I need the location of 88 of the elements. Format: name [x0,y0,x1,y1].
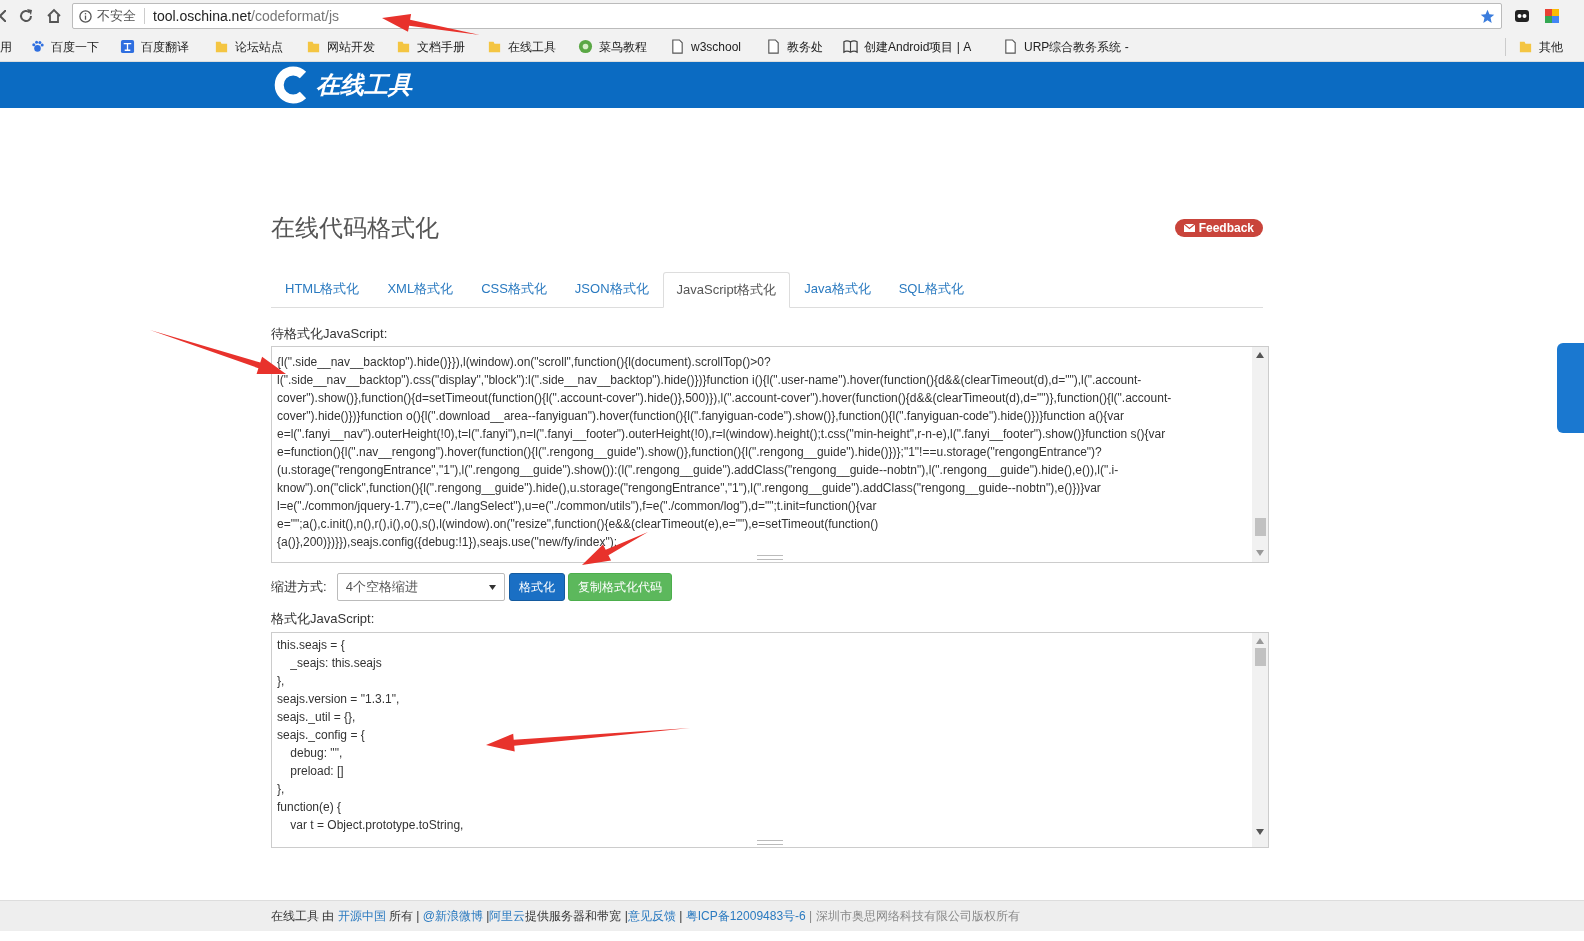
code-input[interactable] [271,346,1269,563]
code-line: {l(".side__nav__backtop").hide()}}),l(window).on("scroll",function(){l(document).scrollTop()>0? [277,354,771,371]
resize-grip[interactable] [757,555,783,560]
book-icon [843,39,858,54]
code-line: _seajs: this.seajs [289,655,382,672]
home-icon[interactable] [46,8,62,24]
dropdown-arrow-icon [488,584,496,590]
code-line: }, [277,781,285,798]
url-text: tool.oschina.net/codeformat/js [153,6,339,26]
scrollbar[interactable] [1252,347,1268,562]
bookmark[interactable]: 其他 [1518,37,1563,56]
indent-select[interactable]: 4个空格缩进 [336,573,505,601]
ring-icon [578,39,593,54]
scroll-down-icon[interactable] [1256,829,1264,835]
footer-link[interactable]: 开源中国 [337,909,386,923]
bookmark[interactable]: 创建Android项目 | A [843,35,972,58]
tab[interactable]: SQL格式化 [884,271,978,307]
code-line: {a()},200)})}}),seajs.config({debug:!1}),seajs.use("new/fy/index"); [277,534,618,551]
footer-link[interactable]: @新浪微博 [422,909,483,923]
page-icon [1003,39,1018,54]
footer-link[interactable]: 粤ICP备12009483号-6 [685,909,806,923]
input-label: 待格式化JavaScript: [271,326,389,342]
folder-icon [306,39,321,54]
bookmark[interactable]: w3school [670,35,742,58]
scrollbar[interactable] [1252,633,1268,847]
bookmark[interactable]: 菜鸟教程 [578,35,647,58]
tab[interactable]: HTML格式化 [271,271,374,307]
envelope-icon [1183,224,1195,232]
info-icon[interactable] [79,9,92,23]
bookmark[interactable]: 百度翻译 [120,35,189,58]
code-line: l(".side__nav__backtop").css("display","block"):l(".side__nav__backtop").hide()})}function i(){l(".user-name").hover(function(){d&&(clearTimeout(d),d=""),l(".account- [277,372,1142,389]
folder-icon [396,39,411,54]
bookmark[interactable]: 在线工具 [487,35,556,58]
page-icon [766,39,781,54]
bookmark[interactable]: URP综合教务系统 - [1003,35,1129,58]
bookmark[interactable]: 论坛站点 [214,35,283,58]
bookmark[interactable]: 文档手册 [396,35,465,58]
site-logo[interactable]: 在线工具 [272,65,412,105]
paw-icon [30,39,45,54]
code-line: (u.storage("rengongEntrance","1"),l(".rengong__guide").show()):(l(".rengong__guide").addClass("rengong__guide--nobtn"),l(".rengong__guide").hide(),e()),l(".i- [277,462,1119,479]
star-icon[interactable] [1480,8,1495,24]
code-line: seajs.version = "1.3.1", [277,691,400,708]
tab[interactable]: Java格式化 [790,271,885,307]
folder-icon [1518,39,1533,54]
code-line: preload: [] [289,763,344,780]
tab[interactable]: JavaScript格式化 [662,272,791,308]
reload-icon[interactable] [18,8,34,24]
code-line: cover").hide()})}function o(){l(".download__area--fanyiguan").hover(function(){l(".fanyiguan-code").show()},function(){l(".fanyiguan-code").hide()})}function a(){var [277,408,1124,425]
security-label: 不安全 [97,7,136,26]
code-line: cover").show()},function(){d=setTimeout(function(){l(".account-cover").hide()},500)}),l(".account-cover").hover(function(){d&&(clearTimeout(d),d="")},function(){l(".account- [277,390,1172,407]
bookmark[interactable]: 教务处 [766,35,823,58]
code-line: e=l(".fanyi__nav").outerHeight(!0),t=l(".fanyi"),n=l(".fanyi__footer").outerHeight(!0),r=l(window).height();t.css("min-height",r-n-e),l(".fanyi__footer").show()}function s(){var [277,426,1166,443]
code-line: seajs._config = { [277,727,365,744]
feedback-button[interactable]: Feedback [1174,219,1263,237]
bookmark[interactable]: 网站开发 [306,35,375,58]
tab[interactable]: JSON格式化 [560,271,663,307]
extension-icon[interactable] [1514,8,1530,24]
code-line: e="";a(),c.init(),n(),r(),i(),o(),s(),l(window).on("resize",function(){e&&(clearTimeout(e),e=""),e=setTimeout(function() [277,516,879,533]
page-icon [670,39,685,54]
scroll-up-icon[interactable] [1256,352,1264,358]
footer-text: 在线工具 由 开源中国 所有 | @新浪微博 |阿里云提供服务器和带宽 |意见反馈 | 粤ICP备12009483号-6 | 深圳市奥思网络科技有限公司版权所有 [271,908,1020,925]
indent-label: 缩进方式: [271,578,327,597]
tab[interactable]: XML格式化 [373,271,468,307]
footer-link[interactable]: 阿里云 [489,909,526,923]
back-icon[interactable] [0,10,6,22]
scrollbar-thumb[interactable] [1254,648,1266,666]
address-bar[interactable]: 不安全 tool.oschina.net/codeformat/js [72,3,1502,29]
code-line: }, [277,673,285,690]
code-line: l=e("./common/jquery-1.7"),c=e("./langSelect"),u=e("./common/utils"),f=e("./common/log"),d="";t.init=function(){var [277,498,877,515]
code-line: this.seajs = { [277,637,345,654]
folder-icon [214,39,229,54]
scrollbar-thumb[interactable] [1254,518,1266,536]
bookmark[interactable]: 用 [0,35,12,58]
code-line: debug: "", [289,745,343,762]
code-line: var t = Object.prototype.toString, [289,817,464,834]
format-button[interactable]: 格式化 [508,573,565,601]
translate-icon [120,39,135,54]
code-line: e=function(){l(".nav__rengong").hover(function(){l(".rengong__guide").show()},function(){l(".rengong__guide").hide()})};"1"!==u.storage("rengongEntrance")? [277,444,1102,461]
tab[interactable]: CSS格式化 [467,271,561,307]
code-line: know").on("click",function(){l(".rengong__guide").hide(),u.storage("rengongEntrance","1"),l(".rengong__guide").addClass("rengong__guide--nobtn"),e()})}var [277,480,1101,497]
code-line: function(e) { [277,799,342,816]
resize-grip[interactable] [757,840,783,845]
page-title: 在线代码格式化 [271,213,439,243]
code-line: seajs._util = {}, [277,709,356,726]
code-output[interactable]: this.seajs = { _seajs: this.seajs }, seajs.version = "1.3.1", seajs._util = {}, seajs._config = { debug: "", preload: [] }, function(e) { var t = Object.prototype.toString, [271,632,1269,848]
output-label: 格式化JavaScript: [271,611,376,627]
bookmark[interactable]: 百度一下 [30,35,99,58]
folder-icon [487,39,502,54]
